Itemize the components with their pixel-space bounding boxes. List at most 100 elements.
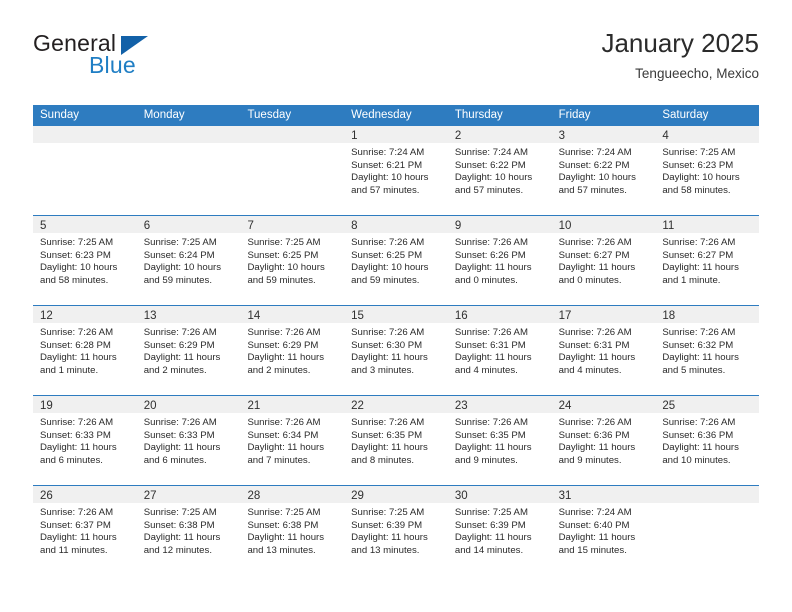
day-cell[interactable]: 10 Sunrise: 7:26 AM Sunset: 6:27 PM Dayligh… [551, 216, 656, 305]
sunset-time: Sunset: 6:27 PM [662, 249, 734, 261]
daylight-duration-line1: Daylight: 10 hours [143, 262, 222, 274]
day-number-bar: 27 [136, 486, 241, 503]
sunset-time: Sunset: 6:22 PM [454, 159, 526, 171]
sunrise-time: Sunrise: 7:25 AM [351, 507, 425, 518]
day-cell[interactable]: 7 Sunrise: 7:25 AM Sunset: 6:25 PM Daylight… [240, 216, 345, 305]
day-cell[interactable]: 6 Sunrise: 7:25 AM Sunset: 6:24 PM Daylight… [136, 216, 241, 305]
day-number-bar: 5 [33, 216, 137, 233]
page-subtitle-location: Tengueecho, Mexico [635, 66, 759, 81]
daylight-duration-line1: Daylight: 10 hours [351, 172, 429, 184]
daylight-duration-line2: and 59 minutes. [143, 274, 212, 286]
daylight-duration-line1: Daylight: 11 hours [558, 352, 636, 364]
daylight-duration-line2: and 59 minutes. [247, 274, 316, 286]
day-number: 30 [454, 490, 468, 502]
day-cell[interactable]: 18 Sunrise: 7:26 AM Sunset: 6:32 PM Dayligh… [655, 306, 760, 395]
daylight-duration-line1: Daylight: 11 hours [454, 442, 532, 454]
sunset-time: Sunset: 6:31 PM [558, 339, 630, 351]
day-number: 13 [143, 310, 157, 322]
daylight-duration-line2: and 58 minutes. [662, 184, 731, 196]
day-cell[interactable]: 13 Sunrise: 7:26 AM Sunset: 6:29 PM Dayligh… [136, 306, 241, 395]
day-cell[interactable]: 23 Sunrise: 7:26 AM Sunset: 6:35 PM Dayligh… [447, 396, 552, 485]
day-cell[interactable]: 3 Sunrise: 7:24 AM Sunset: 6:22 PM Daylight… [551, 126, 656, 215]
weekday-header-sunday: Sunday [40, 109, 80, 121]
day-cell[interactable]: 16 Sunrise: 7:26 AM Sunset: 6:31 PM Dayligh… [447, 306, 552, 395]
sunrise-time: Sunrise: 7:26 AM [454, 237, 528, 248]
daylight-duration-line1: Daylight: 11 hours [247, 532, 325, 544]
day-cell[interactable]: 2 Sunrise: 7:24 AM Sunset: 6:22 PM Daylight… [447, 126, 552, 215]
sunrise-time: Sunrise: 7:26 AM [143, 327, 217, 338]
day-cell[interactable]: 12 Sunrise: 7:26 AM Sunset: 6:28 PM Dayligh… [33, 306, 137, 395]
day-number-bar: 7 [240, 216, 345, 233]
sunrise-time: Sunrise: 7:26 AM [247, 417, 321, 428]
general-blue-logo[interactable]: General Blue [33, 30, 293, 92]
daylight-duration-line2: and 15 minutes. [558, 544, 627, 556]
day-number: 21 [247, 400, 261, 412]
weekday-header-monday: Monday [143, 109, 185, 121]
day-cell[interactable]: 30 Sunrise: 7:25 AM Sunset: 6:39 PM Dayligh… [447, 486, 552, 575]
day-number: 8 [351, 220, 358, 232]
day-number-bar: 20 [136, 396, 241, 413]
day-sun-info: Sunrise: 7:26 AM Sunset: 6:25 PM Daylight:… [344, 233, 448, 287]
day-sun-info: Sunrise: 7:26 AM Sunset: 6:33 PM Daylight:… [137, 413, 241, 467]
day-cell[interactable]: 19 Sunrise: 7:26 AM Sunset: 6:33 PM Dayligh… [33, 396, 137, 485]
daylight-duration-line1: Daylight: 11 hours [454, 262, 532, 274]
day-cell[interactable]: 9 Sunrise: 7:26 AM Sunset: 6:26 PM Daylight… [447, 216, 552, 305]
sunrise-time: Sunrise: 7:26 AM [247, 327, 321, 338]
day-sun-info: Sunrise: 7:26 AM Sunset: 6:31 PM Daylight:… [448, 323, 552, 377]
day-cell[interactable]: 24 Sunrise: 7:26 AM Sunset: 6:36 PM Dayligh… [551, 396, 656, 485]
day-cell[interactable]: 11 Sunrise: 7:26 AM Sunset: 6:27 PM Dayligh… [655, 216, 760, 305]
day-number: 12 [40, 310, 53, 322]
day-cell[interactable]: 25 Sunrise: 7:26 AM Sunset: 6:36 PM Dayligh… [655, 396, 760, 485]
daylight-duration-line2: and 14 minutes. [454, 544, 524, 556]
day-sun-info: Sunrise: 7:26 AM Sunset: 6:30 PM Daylight:… [344, 323, 448, 377]
day-cell[interactable]: 5 Sunrise: 7:25 AM Sunset: 6:23 PM Daylight… [33, 216, 137, 305]
daylight-duration-line2: and 5 minutes. [662, 364, 726, 376]
day-number-bar: 21 [240, 396, 345, 413]
sunrise-time: Sunrise: 7:25 AM [247, 237, 321, 248]
sunrise-time: Sunrise: 7:26 AM [351, 327, 425, 338]
calendar-week-row: 1 Sunrise: 7:24 AM Sunset: 6:21 PM Daylight… [33, 126, 760, 215]
day-cell[interactable]: 27 Sunrise: 7:25 AM Sunset: 6:38 PM Dayligh… [136, 486, 241, 575]
sunrise-time: Sunrise: 7:26 AM [558, 327, 632, 338]
day-cell[interactable]: 8 Sunrise: 7:26 AM Sunset: 6:25 PM Daylight… [344, 216, 448, 305]
day-cell[interactable]: 20 Sunrise: 7:26 AM Sunset: 6:33 PM Dayligh… [136, 396, 241, 485]
page-header: General Blue January 2025 Tengueecho, Me… [33, 28, 759, 96]
sunset-time: Sunset: 6:22 PM [558, 159, 630, 171]
day-cell[interactable]: 21 Sunrise: 7:26 AM Sunset: 6:34 PM Dayligh… [240, 396, 345, 485]
day-cell[interactable]: 4 Sunrise: 7:25 AM Sunset: 6:23 PM Daylight… [655, 126, 760, 215]
day-cell[interactable]: 15 Sunrise: 7:26 AM Sunset: 6:30 PM Dayligh… [344, 306, 448, 395]
day-cell[interactable]: 1 Sunrise: 7:24 AM Sunset: 6:21 PM Daylight… [344, 126, 448, 215]
day-cell-empty [136, 126, 241, 215]
day-cell[interactable]: 17 Sunrise: 7:26 AM Sunset: 6:31 PM Dayligh… [551, 306, 656, 395]
calendar-week-row: 5 Sunrise: 7:25 AM Sunset: 6:23 PM Daylight… [33, 215, 760, 305]
day-sun-info: Sunrise: 7:24 AM Sunset: 6:21 PM Daylight:… [344, 143, 448, 197]
sunrise-time: Sunrise: 7:26 AM [40, 417, 114, 428]
day-cell[interactable]: 31 Sunrise: 7:24 AM Sunset: 6:40 PM Dayligh… [551, 486, 656, 575]
sunset-time: Sunset: 6:31 PM [454, 339, 526, 351]
day-sun-info: Sunrise: 7:24 AM Sunset: 6:40 PM Daylight:… [552, 503, 656, 557]
weekday-header-wednesday: Wednesday [351, 109, 412, 121]
day-cell[interactable]: 26 Sunrise: 7:26 AM Sunset: 6:37 PM Dayligh… [33, 486, 137, 575]
day-number: 19 [40, 400, 53, 412]
sunrise-time: Sunrise: 7:24 AM [454, 147, 528, 158]
daylight-duration-line2: and 0 minutes. [454, 274, 518, 286]
day-number-bar: 6 [136, 216, 241, 233]
day-cell[interactable]: 29 Sunrise: 7:25 AM Sunset: 6:39 PM Dayligh… [344, 486, 448, 575]
day-number-bar: 1 [344, 126, 448, 143]
day-number-bar [136, 126, 241, 143]
day-cell-empty [33, 126, 137, 215]
sunset-time: Sunset: 6:36 PM [662, 429, 734, 441]
sunset-time: Sunset: 6:21 PM [351, 159, 423, 171]
day-cell[interactable]: 22 Sunrise: 7:26 AM Sunset: 6:35 PM Dayligh… [344, 396, 448, 485]
daylight-duration-line2: and 57 minutes. [351, 184, 420, 196]
day-cell[interactable]: 14 Sunrise: 7:26 AM Sunset: 6:29 PM Dayligh… [240, 306, 345, 395]
sunrise-time: Sunrise: 7:26 AM [454, 327, 528, 338]
sunrise-time: Sunrise: 7:25 AM [247, 507, 321, 518]
daylight-duration-line1: Daylight: 11 hours [662, 262, 739, 274]
sunset-time: Sunset: 6:26 PM [454, 249, 526, 261]
daylight-duration-line2: and 57 minutes. [558, 184, 627, 196]
sunset-time: Sunset: 6:29 PM [247, 339, 319, 351]
day-cell[interactable]: 28 Sunrise: 7:25 AM Sunset: 6:38 PM Dayligh… [240, 486, 345, 575]
day-sun-info: Sunrise: 7:25 AM Sunset: 6:23 PM Daylight:… [33, 233, 137, 287]
day-number-bar: 25 [655, 396, 760, 413]
